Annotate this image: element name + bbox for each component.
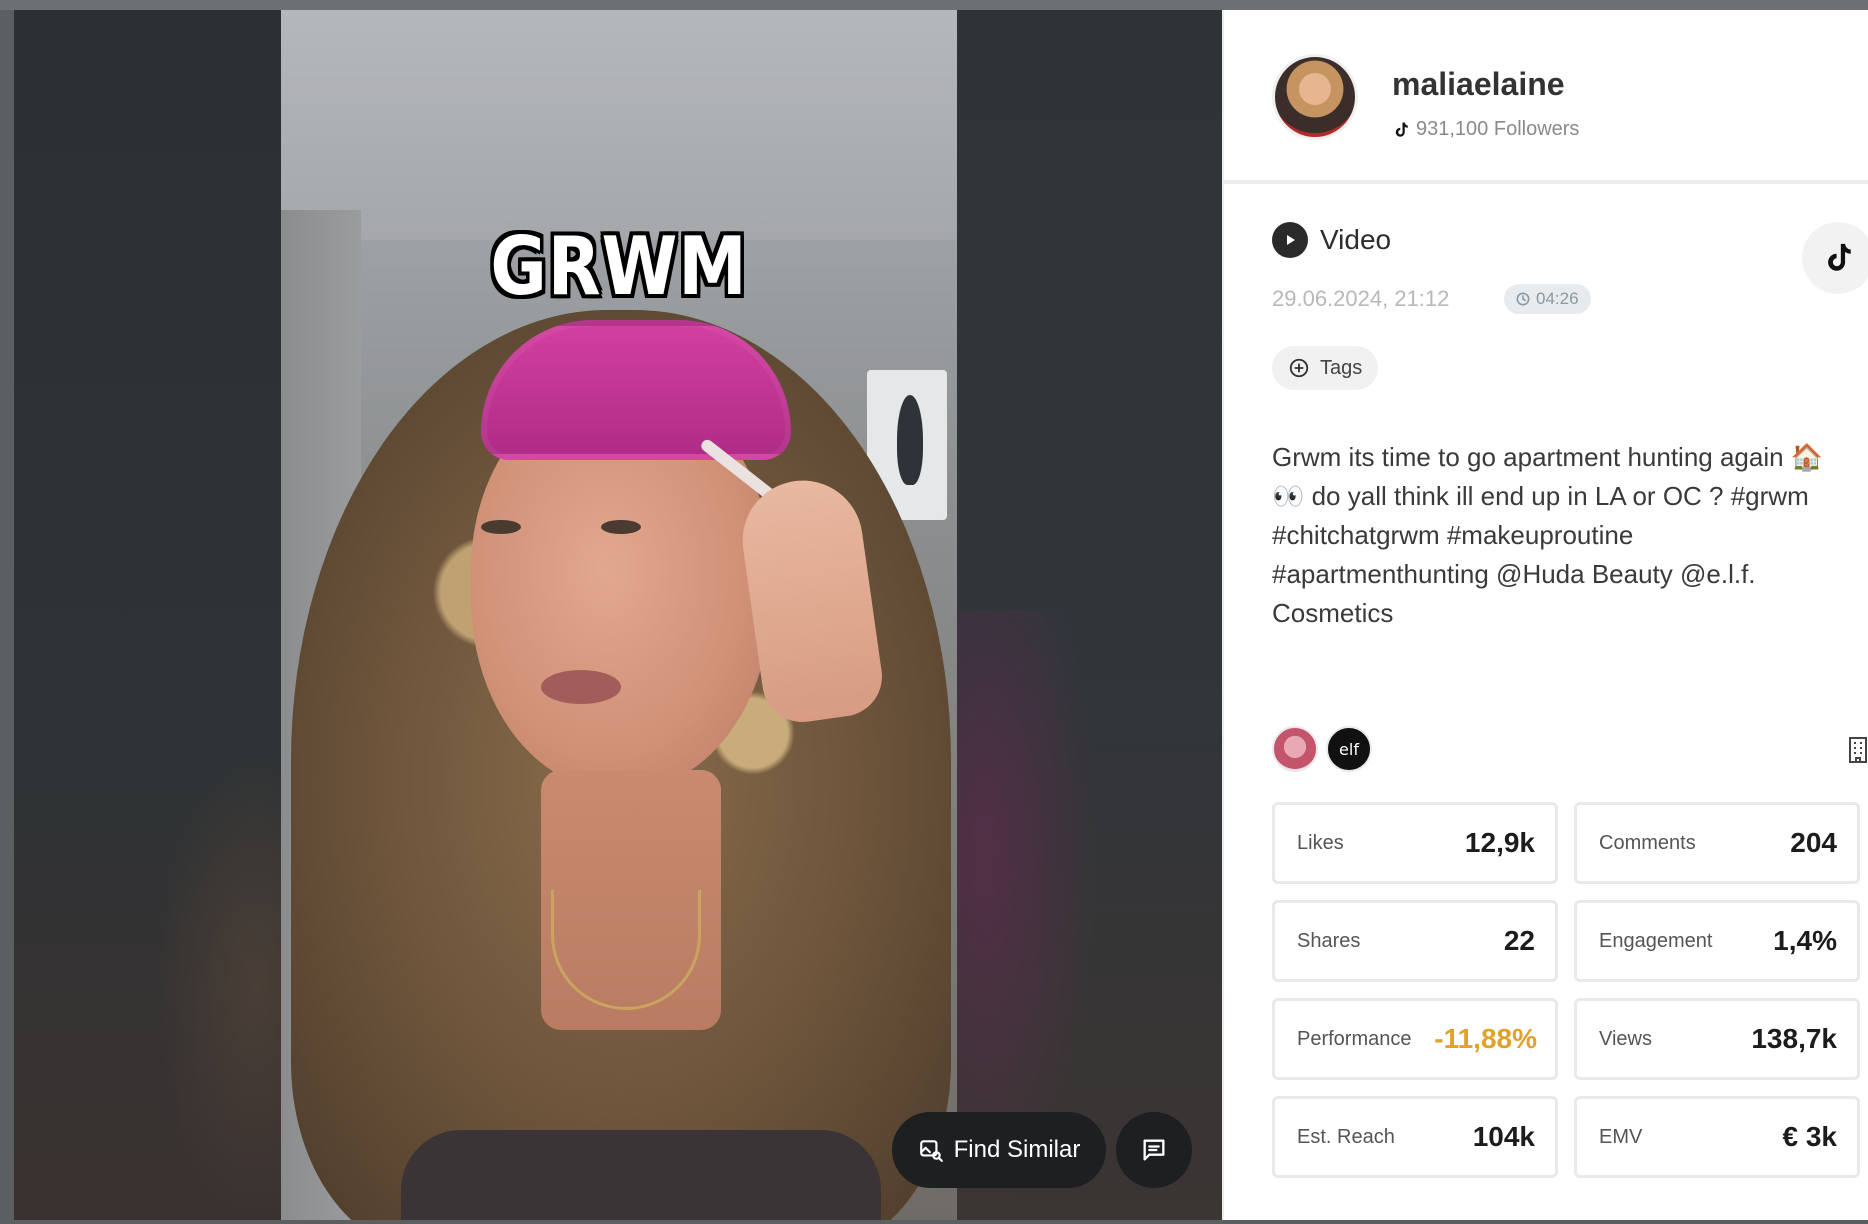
metric-label: Views — [1599, 1027, 1652, 1050]
add-tags-button[interactable]: Tags — [1272, 346, 1379, 390]
video-blur-background-left — [14, 10, 281, 1220]
metric-label: Performance — [1297, 1027, 1412, 1050]
metric-est-reach: Est. Reach 104k — [1272, 1096, 1558, 1178]
metric-value: 12,9k — [1464, 827, 1535, 858]
plus-circle-icon — [1289, 358, 1309, 378]
metrics-grid: Likes 12,9k Comments 204 Shares 22 Engag… — [1272, 802, 1864, 1178]
building-icon[interactable] — [1846, 736, 1868, 764]
image-search-icon — [919, 1140, 943, 1162]
post-date: 29.06.2024, 21:12 — [1272, 286, 1450, 311]
comment-icon — [1143, 1139, 1165, 1161]
metric-label: Est. Reach — [1297, 1125, 1395, 1148]
play-icon — [1272, 222, 1308, 258]
page-backdrop — [0, 0, 1868, 10]
tiktok-icon — [1828, 243, 1851, 271]
metric-value: -11,88% — [1434, 1023, 1537, 1054]
metric-label: Shares — [1297, 929, 1361, 952]
video-scene-shirt — [401, 1130, 881, 1220]
mention-avatar-elf[interactable]: elf — [1326, 726, 1372, 772]
follower-count: 931,100 Followers — [1392, 118, 1579, 141]
find-similar-label: Find Similar — [953, 1136, 1081, 1163]
post-detail-modal: GRWM Find Similar maliaelaine 931,100 Fo… — [14, 10, 1868, 1220]
open-in-tiktok-button[interactable] — [1802, 222, 1868, 294]
metric-label: Comments — [1599, 831, 1696, 854]
metric-performance: Performance -11,88% — [1272, 998, 1558, 1080]
metric-label: Engagement — [1599, 929, 1713, 952]
tiktok-icon — [1395, 122, 1408, 137]
video-scene-mouth — [541, 670, 621, 704]
metric-value: 204 — [1790, 827, 1837, 858]
mention-avatar-huda-beauty[interactable] — [1272, 726, 1318, 772]
metric-comments: Comments 204 — [1574, 802, 1860, 884]
metric-value: 1,4% — [1773, 925, 1837, 956]
video-scene-ceiling — [281, 10, 957, 240]
video-scene-eye-right — [601, 520, 641, 534]
metric-shares: Shares 22 — [1272, 900, 1558, 982]
post-caption: Grwm its time to go apartment hunting ag… — [1272, 442, 1824, 628]
video-overlay-text: GRWM — [490, 220, 748, 313]
find-similar-button[interactable]: Find Similar — [892, 1112, 1106, 1188]
video-scene-eye-left — [481, 520, 521, 534]
metric-value: € 3k — [1782, 1121, 1838, 1152]
follower-count-text: 931,100 Followers — [1416, 118, 1580, 140]
username[interactable]: maliaelaine — [1392, 66, 1565, 103]
clock-icon — [1516, 292, 1530, 306]
post-details-panel: maliaelaine 931,100 Followers Video 29.0… — [1222, 10, 1868, 1220]
mentioned-brands: elf — [1272, 726, 1372, 772]
duration-text: 04:26 — [1536, 289, 1579, 308]
profile-header: maliaelaine 931,100 Followers — [1224, 10, 1868, 184]
metric-likes: Likes 12,9k — [1272, 802, 1558, 884]
avatar[interactable] — [1272, 54, 1358, 140]
metric-views: Views 138,7k — [1574, 998, 1860, 1080]
metric-label: Likes — [1297, 831, 1344, 854]
metric-value: 104k — [1472, 1121, 1535, 1152]
video-scene-headband — [481, 320, 791, 460]
metric-engagement: Engagement 1,4% — [1574, 900, 1860, 982]
post-type-label: Video — [1320, 224, 1392, 255]
comments-button[interactable] — [1116, 1112, 1192, 1188]
metric-label: EMV — [1599, 1125, 1643, 1148]
metric-value: 138,7k — [1751, 1023, 1837, 1054]
duration-badge: 04:26 — [1504, 284, 1591, 314]
tags-label: Tags — [1320, 356, 1363, 379]
video-player[interactable]: GRWM Find Similar — [14, 10, 1222, 1220]
metric-emv: EMV € 3k — [1574, 1096, 1860, 1178]
video-frame[interactable]: GRWM — [281, 10, 957, 1220]
metric-value: 22 — [1503, 925, 1535, 956]
post-type: Video — [1272, 222, 1391, 258]
video-blur-background-right — [957, 10, 1222, 1220]
